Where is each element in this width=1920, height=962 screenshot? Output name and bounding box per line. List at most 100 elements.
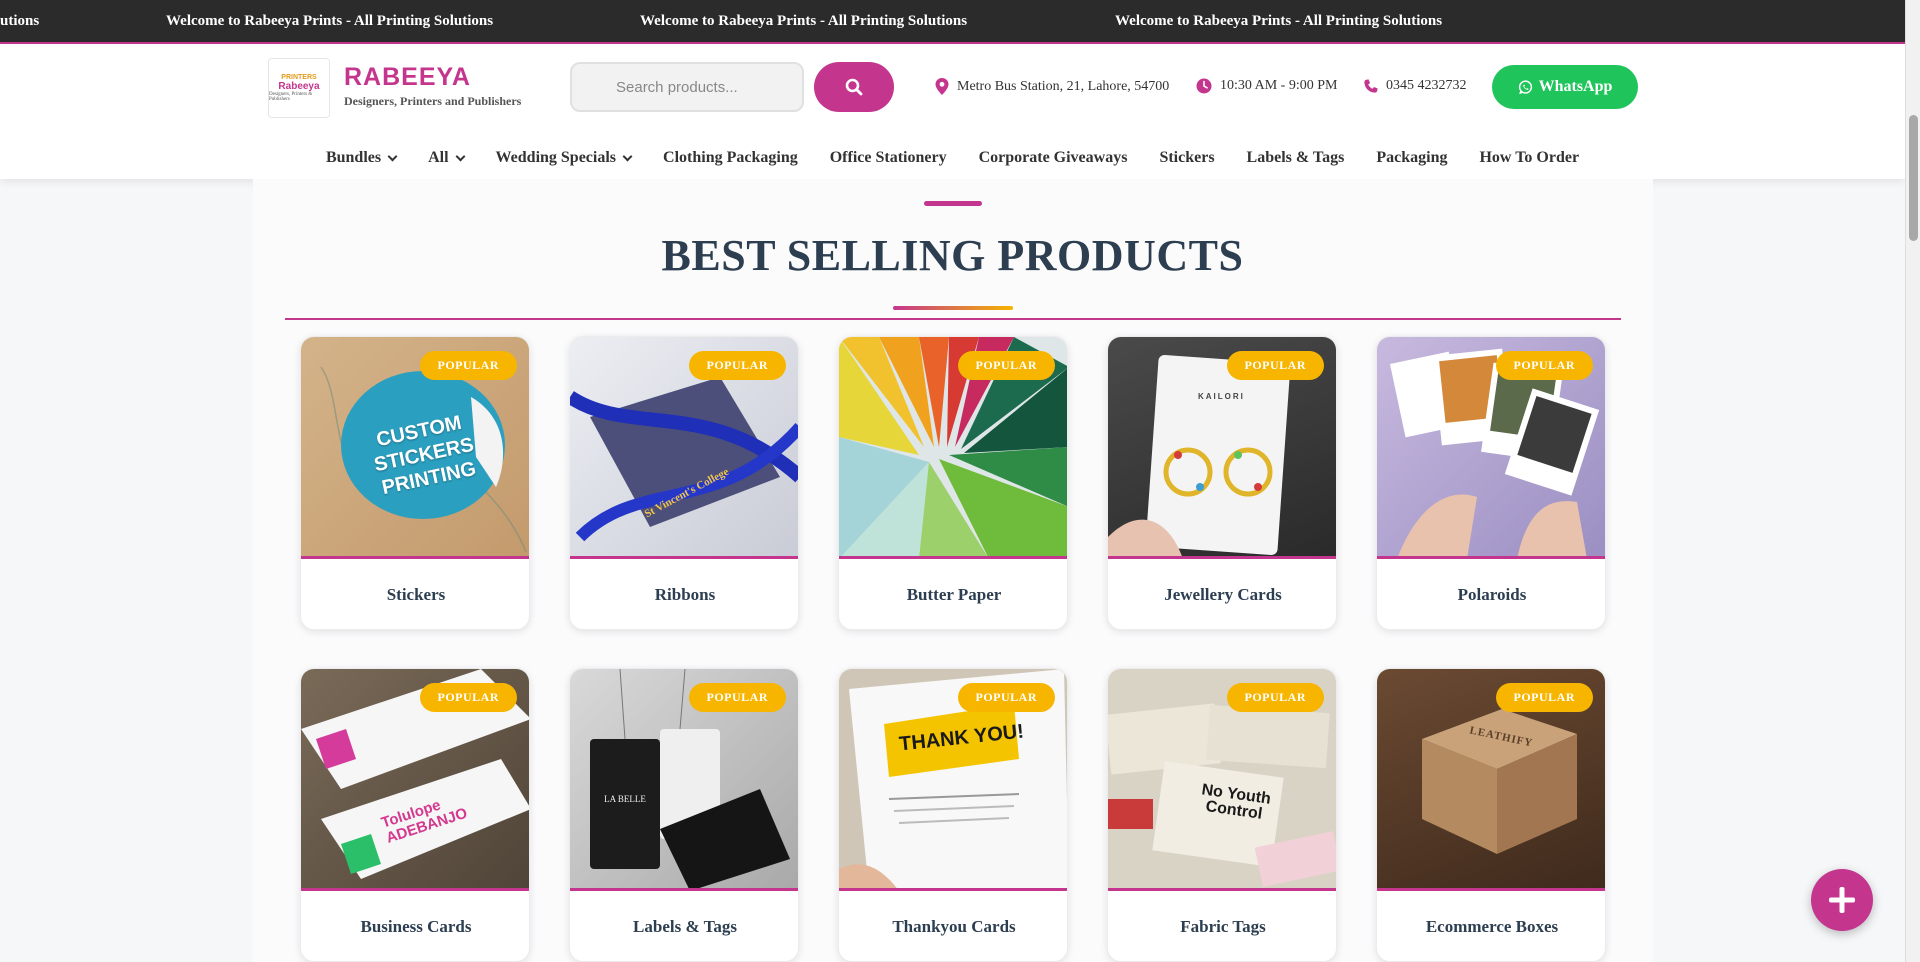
- ticker-message: Welcome to Rabeeya Prints - All Printing…: [1115, 13, 1443, 29]
- product-card-stickers[interactable]: CUSTOM STICKERS PRINTING POPULAR Sticker…: [300, 336, 530, 630]
- product-image: LEATHIFY POPULAR: [1377, 669, 1605, 891]
- phone-icon: [1364, 78, 1378, 93]
- nav-item-label: All: [428, 149, 449, 166]
- popular-badge: POPULAR: [688, 351, 786, 380]
- product-card-fabric-tags[interactable]: No Youth Control POPULAR Fabric Tags: [1107, 668, 1337, 962]
- product-image: LA BELLE POPULAR: [570, 669, 798, 891]
- plus-icon: [1829, 887, 1855, 913]
- product-name: Butter Paper: [906, 585, 1002, 604]
- logo-sub-text: Designers, Printers & Publishers: [269, 92, 313, 102]
- product-name: Stickers: [386, 585, 446, 604]
- product-card-ribbons[interactable]: St Vincent's College POPULAR Ribbons: [569, 336, 799, 630]
- popular-badge: POPULAR: [688, 683, 786, 712]
- popular-badge: POPULAR: [419, 351, 517, 380]
- nav-item-packaging[interactable]: Packaging: [1360, 143, 1463, 173]
- nav-item-label: Office Stationery: [829, 149, 947, 166]
- scrollbar-thumb[interactable]: [1909, 115, 1918, 241]
- clock-icon: [1196, 78, 1212, 94]
- nav-item-label: Stickers: [1159, 149, 1215, 166]
- chevron-down-icon: [622, 151, 633, 161]
- brand-name[interactable]: RABEEYA: [344, 63, 471, 92]
- logo-main-text: Rabeeya: [278, 81, 320, 92]
- product-card-butter-paper[interactable]: POPULAR Butter Paper: [838, 336, 1068, 630]
- product-image: CUSTOM STICKERS PRINTING POPULAR: [301, 337, 529, 559]
- nav-item-all[interactable]: All: [412, 143, 479, 173]
- product-card-jewellery-cards[interactable]: KAILORI POPULAR Jewellery Cards: [1107, 336, 1337, 630]
- search-button[interactable]: [814, 62, 894, 112]
- product-image: KAILORI POPULAR: [1108, 337, 1336, 559]
- brand-tagline: Designers, Printers and Publishers: [344, 94, 522, 108]
- nav-item-label: Packaging: [1376, 149, 1448, 166]
- nav-item-label: Clothing Packaging: [663, 149, 798, 166]
- ticker-message: utions: [0, 13, 40, 29]
- product-card-thankyou-cards[interactable]: THANK YOU! POPULAR Thankyou Cards: [838, 668, 1068, 962]
- popular-badge: POPULAR: [419, 683, 517, 712]
- popular-badge: POPULAR: [1495, 351, 1593, 380]
- section-accent-bar: [924, 201, 982, 206]
- product-name: Jewellery Cards: [1164, 585, 1282, 604]
- product-image: St Vincent's College POPULAR: [570, 337, 798, 559]
- product-card-labels-tags[interactable]: LA BELLE POPULAR Labels & Tags: [569, 668, 799, 962]
- whatsapp-label: WhatsApp: [1538, 78, 1613, 95]
- product-name: Ecommerce Boxes: [1425, 917, 1559, 936]
- product-card-polaroids[interactable]: POPULAR Polaroids: [1376, 336, 1606, 630]
- logo-top-text: PRINTERS: [281, 74, 317, 81]
- nav-item-stickers[interactable]: Stickers: [1143, 143, 1230, 173]
- product-image: THANK YOU! POPULAR: [839, 669, 1067, 891]
- section-title: BEST SELLING PRODUCTS: [661, 231, 1244, 280]
- phone-text: 0345 4232732: [1386, 78, 1467, 93]
- ticker-message: Welcome to Rabeeya Prints - All Printing…: [640, 13, 968, 29]
- nav-item-label: Corporate Giveaways: [978, 149, 1128, 166]
- chevron-down-icon: [387, 151, 398, 161]
- product-image: Tolulope ADEBANJO POPULAR: [301, 669, 529, 891]
- chevron-down-icon: [455, 151, 465, 161]
- floating-plus-button[interactable]: [1811, 869, 1873, 931]
- product-name: Labels & Tags: [633, 917, 737, 936]
- nav-item-label: Labels & Tags: [1246, 149, 1345, 166]
- logo[interactable]: PRINTERS Rabeeya Designers, Printers & P…: [268, 58, 330, 118]
- nav-item-office-stationery[interactable]: Office Stationery: [814, 143, 963, 173]
- image-caption: KAILORI: [1198, 392, 1245, 401]
- image-caption: LA BELLE: [604, 794, 646, 804]
- product-image: POPULAR: [839, 337, 1067, 559]
- nav-item-label: How To Order: [1479, 149, 1580, 166]
- product-name: Polaroids: [1457, 585, 1527, 604]
- hours-info: 10:30 AM - 9:00 PM: [1196, 78, 1337, 94]
- popular-badge: POPULAR: [1226, 683, 1324, 712]
- hours-text: 10:30 AM - 9:00 PM: [1220, 78, 1338, 93]
- popular-badge: POPULAR: [1226, 351, 1324, 380]
- ticker-message: Welcome to Rabeeya Prints - All Printing…: [166, 13, 494, 29]
- map-pin-icon: [935, 78, 949, 95]
- nav-item-clothing-packaging[interactable]: Clothing Packaging: [647, 143, 814, 173]
- product-name: Fabric Tags: [1180, 917, 1266, 936]
- product-name: Thankyou Cards: [892, 917, 1016, 936]
- announcement-ticker: utions Welcome to Rabeeya Prints - All P…: [0, 0, 1905, 44]
- whatsapp-icon: [1518, 79, 1532, 94]
- product-card-ecommerce-boxes[interactable]: LEATHIFY POPULAR Ecommerce Boxes: [1376, 668, 1606, 962]
- main-nav: Bundles All Wedding Specials Clothing Pa…: [0, 143, 1905, 173]
- nav-item-corporate-giveaways[interactable]: Corporate Giveaways: [963, 143, 1144, 173]
- page-scrollbar[interactable]: [1905, 0, 1920, 962]
- popular-badge: POPULAR: [957, 683, 1055, 712]
- product-image: POPULAR: [1377, 337, 1605, 559]
- site-header: PRINTERS Rabeeya Designers, Printers & P…: [0, 44, 1905, 179]
- nav-item-wedding-specials[interactable]: Wedding Specials: [480, 143, 647, 173]
- phone-info[interactable]: 0345 4232732: [1363, 78, 1467, 94]
- nav-item-how-to-order[interactable]: How To Order: [1463, 143, 1595, 173]
- search-icon: [845, 78, 863, 96]
- product-image: No Youth Control POPULAR: [1108, 669, 1336, 891]
- address-info: Metro Bus Station, 21, Lahore, 54700: [935, 78, 1169, 95]
- nav-item-labels-tags[interactable]: Labels & Tags: [1231, 143, 1361, 173]
- product-name: Business Cards: [360, 917, 472, 936]
- search-input[interactable]: [570, 62, 804, 112]
- product-name: Ribbons: [654, 585, 716, 604]
- nav-item-label: Bundles: [325, 149, 382, 166]
- nav-item-label: Wedding Specials: [495, 149, 617, 166]
- whatsapp-button[interactable]: WhatsApp: [1492, 65, 1638, 109]
- section-divider: [285, 318, 1621, 320]
- nav-item-bundles[interactable]: Bundles: [310, 143, 412, 173]
- product-card-business-cards[interactable]: Tolulope ADEBANJO POPULAR Business Cards: [300, 668, 530, 962]
- popular-badge: POPULAR: [1495, 683, 1593, 712]
- popular-badge: POPULAR: [957, 351, 1055, 380]
- address-text: Metro Bus Station, 21, Lahore, 54700: [957, 78, 1170, 94]
